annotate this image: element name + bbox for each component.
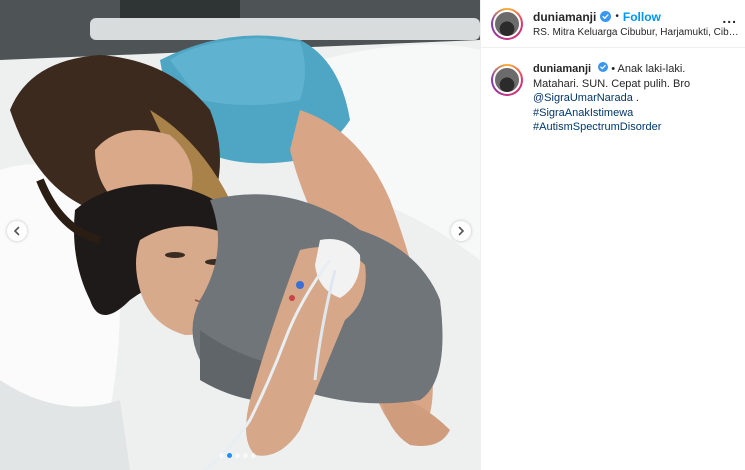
post-image[interactable] (0, 0, 480, 470)
location-link[interactable]: RS. Mitra Keluarga Cibubur, Harjamukti, … (533, 27, 739, 38)
chevron-left-icon (13, 226, 20, 236)
caption-author-avatar[interactable] (491, 64, 523, 96)
caption-mention-suffix: . (632, 92, 639, 104)
separator-dot: • (615, 11, 619, 22)
verified-badge-icon (598, 62, 609, 72)
carousel-dot (251, 453, 256, 458)
author-avatar[interactable] (491, 7, 523, 40)
caption-hashtag-link[interactable]: #AutismSpectrumDisorder (533, 120, 733, 135)
avatar-image (493, 9, 521, 38)
post-header: duniamanji • Follow RS. Mitra Keluarga C… (481, 0, 745, 48)
follow-button[interactable]: Follow (623, 10, 661, 24)
previous-slide-button[interactable] (7, 221, 27, 241)
chevron-right-icon (458, 226, 465, 236)
caption-hashtag-link[interactable]: #SigraAnakIstimewa (533, 106, 733, 121)
caption-mention-link[interactable]: @SigraUmarNarada (533, 92, 633, 104)
next-slide-button[interactable] (451, 221, 471, 241)
more-options-icon[interactable]: ... (722, 10, 737, 26)
photo-illustration (0, 0, 480, 470)
carousel-dot (243, 453, 248, 458)
caption-text-line2: Matahari. SUN. Cepat pulih. Bro (533, 77, 691, 90)
post-sidebar: duniamanji • Follow RS. Mitra Keluarga C… (480, 0, 745, 470)
carousel-dot (219, 453, 224, 458)
carousel-dot (235, 453, 240, 458)
author-username[interactable]: duniamanji (533, 10, 596, 24)
caption-username[interactable]: duniamanji (533, 63, 591, 75)
verified-badge-icon (600, 11, 612, 22)
caption-text-line1: • Anak laki-laki. (611, 63, 686, 75)
carousel-dot (227, 453, 232, 458)
post-caption: duniamanji • Anak laki-laki. Matahari. S… (481, 48, 745, 135)
avatar-image (493, 66, 521, 94)
carousel-indicator (219, 453, 256, 458)
